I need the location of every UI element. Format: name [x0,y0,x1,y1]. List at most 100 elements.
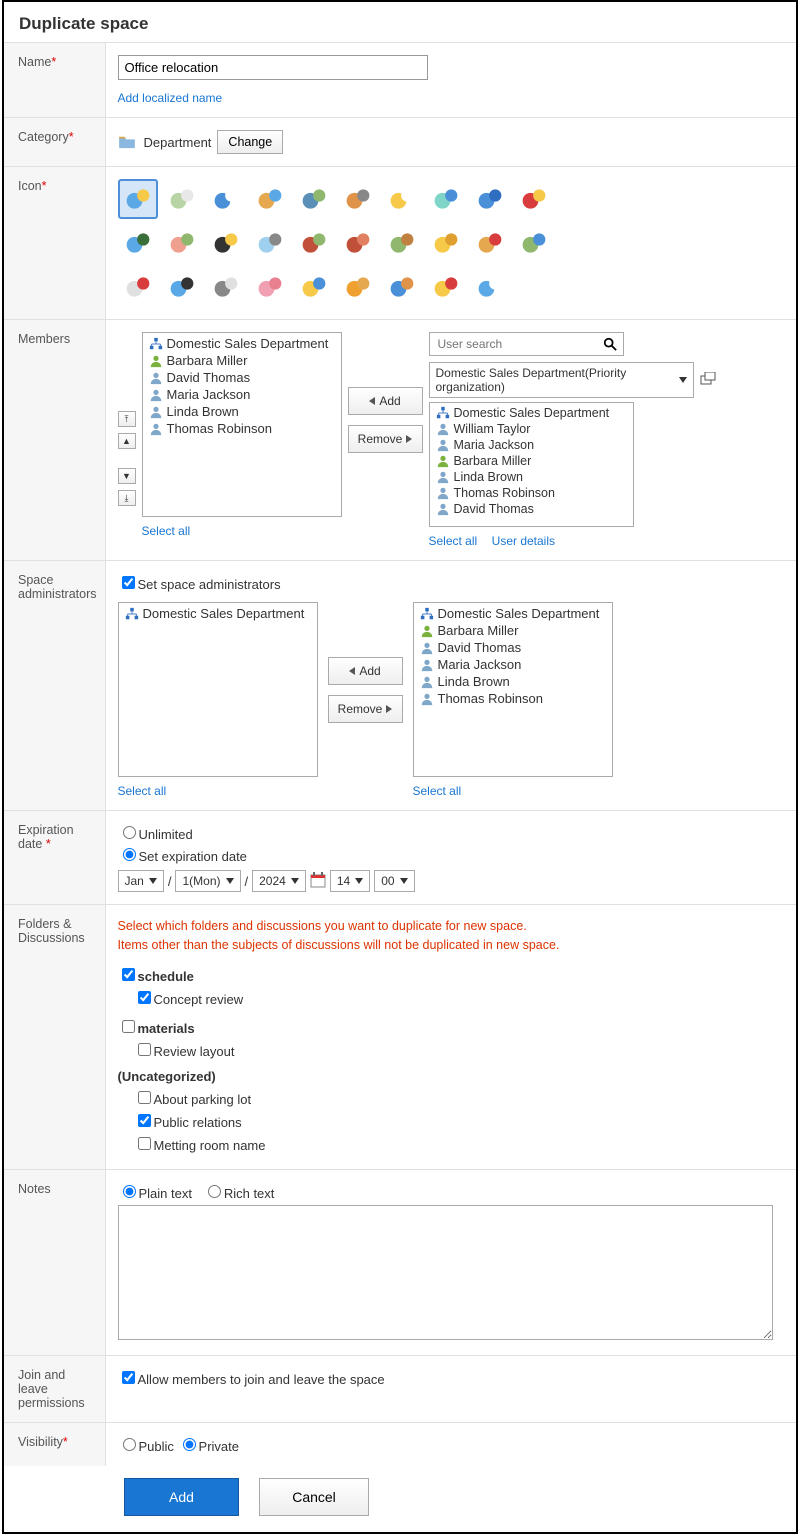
space-icon-option[interactable] [470,267,510,307]
list-item[interactable]: Linda Brown [416,673,610,690]
expiration-set-radio[interactable] [123,848,136,861]
notes-rich-radio[interactable] [208,1185,221,1198]
org-tree-icon[interactable] [700,372,716,388]
exp-year-select[interactable]: 2024 [252,870,306,892]
visibility-public-radio[interactable] [123,1438,136,1451]
space-icon-option[interactable] [382,223,422,263]
space-icon-option[interactable] [250,179,290,219]
disc-review-layout-checkbox[interactable] [138,1043,151,1056]
space-icon-option[interactable] [206,267,246,307]
space-icon-option[interactable] [206,223,246,263]
members-remove-button[interactable]: Remove [348,425,423,453]
space-icon-option[interactable] [470,179,510,219]
calendar-icon[interactable] [310,872,326,891]
space-icon-option[interactable] [118,223,158,263]
add-button[interactable]: Add [124,1478,239,1516]
notes-textarea[interactable] [118,1205,773,1340]
set-space-admins-checkbox[interactable] [122,576,135,589]
disc-pr-checkbox[interactable] [138,1114,151,1127]
space-icon-option[interactable] [250,223,290,263]
list-item[interactable]: Domestic Sales Department [121,605,315,622]
list-item[interactable]: Linda Brown [432,469,631,485]
cancel-button[interactable]: Cancel [259,1478,369,1516]
members-selected-list[interactable]: Domestic Sales DepartmentBarbara MillerD… [142,332,342,517]
space-icon-option[interactable] [338,179,378,219]
space-icon-option[interactable] [206,179,246,219]
members-available-list[interactable]: Domestic Sales DepartmentWilliam TaylorM… [429,402,634,527]
admins-left-select-all[interactable]: Select all [118,784,167,798]
list-item[interactable]: Maria Jackson [432,437,631,453]
exp-month-select[interactable]: Jan [118,870,164,892]
notes-plain-radio[interactable] [123,1185,136,1198]
exp-day-select[interactable]: 1(Mon) [175,870,240,892]
org-picker-dropdown[interactable]: Domestic Sales Department(Priority organ… [429,362,694,398]
space-icon-option[interactable] [162,223,202,263]
folder-schedule-checkbox[interactable] [122,968,135,981]
space-icon-option[interactable] [338,223,378,263]
admins-right-select-all[interactable]: Select all [413,784,462,798]
move-top-button[interactable]: ⤒ [118,411,136,427]
user-details-link[interactable]: User details [492,534,555,548]
members-right-select-all[interactable]: Select all [429,534,478,548]
space-icon-option[interactable] [382,179,422,219]
space-icon-option[interactable] [514,223,554,263]
space-icon-option[interactable] [250,267,290,307]
move-down-button[interactable]: ▼ [118,468,136,484]
notes-label: Notes [4,1169,105,1355]
admins-selected-list[interactable]: Domestic Sales Department [118,602,318,777]
list-item[interactable]: William Taylor [432,421,631,437]
folder-materials-checkbox[interactable] [122,1020,135,1033]
exp-min-select[interactable]: 00 [374,870,414,892]
list-item[interactable]: David Thomas [145,369,339,386]
change-category-button[interactable]: Change [217,130,283,154]
list-item[interactable]: David Thomas [416,639,610,656]
space-icon-option[interactable] [162,267,202,307]
name-input[interactable] [118,55,428,80]
space-icon-option[interactable] [294,267,334,307]
space-icon-option[interactable] [426,267,466,307]
list-item[interactable]: Thomas Robinson [432,485,631,501]
list-item[interactable]: Domestic Sales Department [145,335,339,352]
list-item[interactable]: Thomas Robinson [416,690,610,707]
list-item[interactable]: Barbara Miller [416,622,610,639]
move-up-button[interactable]: ▲ [118,433,136,449]
disc-concept-review-checkbox[interactable] [138,991,151,1004]
user-search-input[interactable] [429,332,624,356]
admins-available-list[interactable]: Domestic Sales DepartmentBarbara MillerD… [413,602,613,777]
disc-meeting-room-checkbox[interactable] [138,1137,151,1150]
space-icon-option[interactable] [338,267,378,307]
space-icon-option[interactable] [514,179,554,219]
space-icon-option[interactable] [162,179,202,219]
folder-icon [118,135,136,149]
add-localized-name-link[interactable]: Add localized name [118,91,223,105]
admins-add-button[interactable]: Add [328,657,403,685]
space-icon-option[interactable] [118,179,158,219]
members-add-button[interactable]: Add [348,387,423,415]
visibility-private-radio[interactable] [183,1438,196,1451]
space-icon-option[interactable] [118,267,158,307]
triangle-left-icon [369,397,375,405]
disc-parking-checkbox[interactable] [138,1091,151,1104]
allow-join-leave-checkbox[interactable] [122,1371,135,1384]
space-icon-option[interactable] [514,267,554,307]
space-icon-option[interactable] [426,223,466,263]
space-icon-option[interactable] [470,223,510,263]
list-item[interactable]: Domestic Sales Department [416,605,610,622]
move-bottom-button[interactable]: ⤓ [118,490,136,506]
space-icon-option[interactable] [294,179,334,219]
list-item[interactable]: Linda Brown [145,403,339,420]
list-item[interactable]: David Thomas [432,501,631,517]
space-icon-option[interactable] [382,267,422,307]
expiration-unlimited-radio[interactable] [123,826,136,839]
members-left-select-all[interactable]: Select all [142,524,191,538]
list-item[interactable]: Maria Jackson [145,386,339,403]
list-item[interactable]: Thomas Robinson [145,420,339,437]
space-icon-option[interactable] [426,179,466,219]
list-item[interactable]: Domestic Sales Department [432,405,631,421]
space-icon-option[interactable] [294,223,334,263]
list-item[interactable]: Maria Jackson [416,656,610,673]
exp-hour-select[interactable]: 14 [330,870,370,892]
admins-remove-button[interactable]: Remove [328,695,403,723]
list-item[interactable]: Barbara Miller [145,352,339,369]
list-item[interactable]: Barbara Miller [432,453,631,469]
